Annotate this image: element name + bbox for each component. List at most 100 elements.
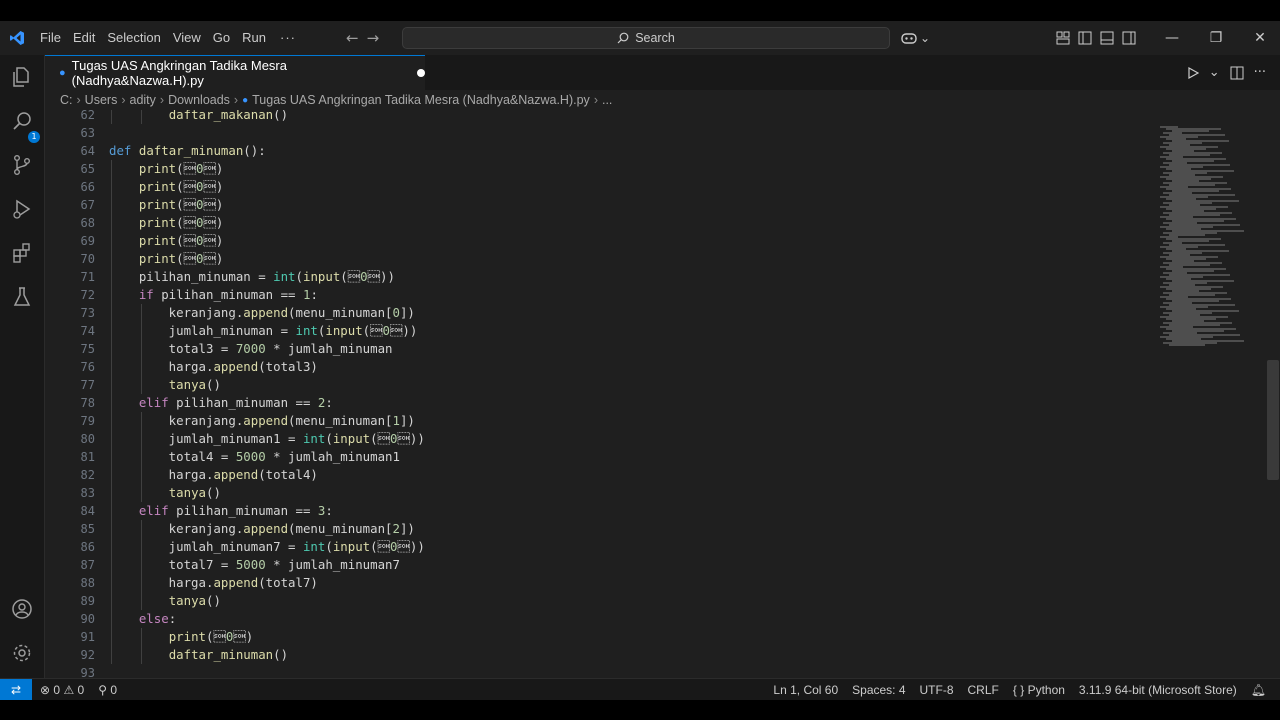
- code-line[interactable]: print(0): [109, 232, 224, 250]
- code-line[interactable]: total4 = 5000 * jumlah_minuman1: [109, 448, 400, 466]
- language-mode[interactable]: { } Python: [1013, 683, 1065, 697]
- code-line[interactable]: print(0): [109, 160, 224, 178]
- chevron-down-icon[interactable]: ⌄: [1209, 65, 1220, 80]
- breadcrumb-user[interactable]: adity: [130, 93, 156, 107]
- indentation[interactable]: Spaces: 4: [852, 683, 905, 697]
- code-line[interactable]: def daftar_minuman():: [109, 142, 266, 160]
- run-debug-icon[interactable]: [10, 197, 34, 221]
- copilot-button[interactable]: ⌄: [900, 21, 930, 55]
- forward-arrow-icon[interactable]: →: [367, 29, 380, 47]
- run-python-file-icon[interactable]: [1187, 66, 1199, 79]
- code-line[interactable]: tanya(): [109, 592, 221, 610]
- close-icon[interactable]: ✕: [1238, 30, 1280, 46]
- code-line[interactable]: jumlah_minuman7 = int(input(0)): [109, 538, 425, 556]
- indent-guide: [111, 628, 112, 646]
- indent-guide: [140, 484, 142, 502]
- toggle-panel-icon[interactable]: [1100, 31, 1114, 45]
- indent-guide: [111, 466, 112, 484]
- vertical-scrollbar[interactable]: [1267, 360, 1279, 480]
- code-line[interactable]: elif pilihan_minuman == 2:: [109, 394, 333, 412]
- code-line[interactable]: pilihan_minuman = int(input(0)): [109, 268, 395, 286]
- end-of-line[interactable]: CRLF: [968, 683, 999, 697]
- code-line[interactable]: tanya(): [109, 484, 221, 502]
- code-line[interactable]: total3 = 7000 * jumlah_minuman: [109, 340, 393, 358]
- code-editor[interactable]: 62 63 64 65 66 67 68 69 70 71 72 73 74 75 76 77 78 79 80 81…: [45, 110, 1280, 678]
- cursor-position[interactable]: Ln 1, Col 60: [773, 683, 838, 697]
- python-interpreter[interactable]: 3.11.9 64-bit (Microsoft Store): [1079, 683, 1237, 697]
- code-line[interactable]: keranjang.append(menu_minuman[0]): [109, 304, 415, 322]
- menu-more-button[interactable]: ···: [272, 21, 304, 55]
- breadcrumb-drive[interactable]: C:: [60, 93, 73, 107]
- menu-go[interactable]: Go: [207, 21, 236, 55]
- code-line[interactable]: jumlah_minuman1 = int(input(0)): [109, 430, 425, 448]
- indent-guide: [111, 412, 112, 430]
- line-number: 84: [80, 504, 95, 518]
- breadcrumb-users[interactable]: Users: [85, 93, 118, 107]
- testing-icon[interactable]: [10, 285, 34, 309]
- back-arrow-icon[interactable]: ←: [346, 29, 359, 47]
- line-number: 73: [80, 306, 95, 320]
- menu-view[interactable]: View: [167, 21, 207, 55]
- more-actions-icon[interactable]: ···: [1254, 65, 1266, 80]
- breadcrumb-file[interactable]: Tugas UAS Angkringan Tadika Mesra (Nadhy…: [252, 93, 590, 107]
- toggle-primary-sidebar-icon[interactable]: [1078, 31, 1092, 45]
- indent-guide: [111, 484, 112, 502]
- error-icon: ⊗: [40, 682, 51, 697]
- code-line[interactable]: print(0): [109, 214, 224, 232]
- minimize-icon[interactable]: —: [1150, 30, 1194, 46]
- toggle-secondary-sidebar-icon[interactable]: [1122, 31, 1136, 45]
- code-line[interactable]: if pilihan_minuman == 1:: [109, 286, 318, 304]
- copilot-icon: [901, 33, 917, 44]
- python-file-icon: ●: [242, 94, 249, 106]
- remote-indicator-icon[interactable]: ⇄: [0, 679, 32, 700]
- minimap[interactable]: [1160, 126, 1250, 356]
- account-icon[interactable]: [10, 597, 34, 621]
- code-line[interactable]: daftar_minuman(): [109, 646, 288, 664]
- code-line[interactable]: keranjang.append(menu_minuman[2]): [109, 520, 415, 538]
- notifications-bell-icon[interactable]: 🔔︎: [1251, 683, 1266, 697]
- indent-guide: [140, 646, 142, 664]
- command-center-search[interactable]: Search: [402, 27, 890, 49]
- code-line[interactable]: print(0): [109, 196, 224, 214]
- tab-active-file[interactable]: ● Tugas UAS Angkringan Tadika Mesra (Nad…: [45, 55, 425, 90]
- extensions-icon[interactable]: [10, 241, 34, 265]
- problems-indicator[interactable]: ⊗ 0 ⚠ 0: [40, 683, 84, 697]
- indent-guide: [111, 592, 112, 610]
- code-line[interactable]: tanya(): [109, 376, 221, 394]
- indent-guide: [140, 592, 142, 610]
- split-editor-icon[interactable]: [1230, 66, 1244, 80]
- source-control-icon[interactable]: [10, 153, 34, 177]
- menu-selection[interactable]: Selection: [101, 21, 166, 55]
- line-number: 91: [80, 630, 95, 644]
- code-line[interactable]: keranjang.append(menu_minuman[1]): [109, 412, 415, 430]
- indent-guide: [111, 178, 112, 196]
- breadcrumb-symbols[interactable]: ...: [602, 93, 612, 107]
- code-line[interactable]: print(0): [109, 250, 224, 268]
- menu-run[interactable]: Run: [236, 21, 272, 55]
- code-line[interactable]: elif pilihan_minuman == 3:: [109, 502, 333, 520]
- customize-layout-icon[interactable]: [1056, 31, 1070, 45]
- minimap-line: [1169, 344, 1205, 346]
- code-line[interactable]: print(0): [109, 628, 254, 646]
- ports-indicator[interactable]: ⚲ 0: [98, 683, 117, 697]
- code-line[interactable]: else:: [109, 610, 176, 628]
- breadcrumb-downloads[interactable]: Downloads: [168, 93, 230, 107]
- code-line[interactable]: print(0): [109, 178, 224, 196]
- code-line[interactable]: daftar_makanan(): [109, 110, 288, 124]
- menu-edit[interactable]: Edit: [67, 21, 101, 55]
- code-line[interactable]: total7 = 5000 * jumlah_minuman7: [109, 556, 400, 574]
- unsaved-dot-icon[interactable]: [417, 69, 425, 77]
- menu-file[interactable]: File: [34, 21, 67, 55]
- search-icon[interactable]: [10, 109, 34, 133]
- code-line[interactable]: jumlah_minuman = int(input(0)): [109, 322, 418, 340]
- explorer-icon[interactable]: [10, 65, 34, 89]
- indent-guide: [111, 160, 112, 178]
- error-count: 0: [53, 682, 61, 697]
- encoding[interactable]: UTF-8: [920, 683, 954, 697]
- gear-icon[interactable]: [10, 641, 34, 665]
- line-number: 66: [80, 180, 95, 194]
- restore-icon[interactable]: ❐: [1194, 30, 1238, 46]
- indent-guide: [140, 322, 142, 340]
- chevron-down-icon: ⌄: [920, 31, 931, 45]
- window-controls: — ❐ ✕: [1150, 21, 1280, 55]
